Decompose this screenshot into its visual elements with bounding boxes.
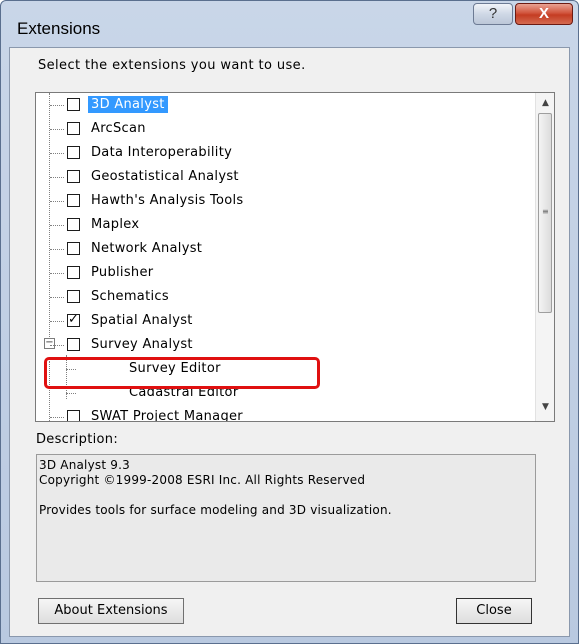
extension-row[interactable]: Maplex <box>36 213 536 237</box>
description-line <box>39 488 533 503</box>
extension-row[interactable]: SWAT Project Manager <box>36 405 536 421</box>
extension-checkbox[interactable] <box>67 98 80 111</box>
extension-checkbox[interactable] <box>67 290 80 303</box>
extension-label[interactable]: Data Interoperability <box>88 144 235 161</box>
tree-connector <box>50 417 64 418</box>
extension-row[interactable]: Geostatistical Analyst <box>36 165 536 189</box>
description-line: 3D Analyst 9.3 <box>39 458 130 472</box>
extension-checkbox[interactable] <box>67 194 80 207</box>
extension-label[interactable]: Maplex <box>88 216 142 233</box>
scroll-thumb[interactable]: ≡ <box>538 113 552 313</box>
extension-label[interactable]: Publisher <box>88 264 156 281</box>
extensions-list[interactable]: 3D Analyst ArcScan Data Interoperability Ge… <box>35 92 555 422</box>
description-label: Description: <box>36 432 119 447</box>
tree-connector <box>50 321 64 322</box>
tree-connector <box>50 297 64 298</box>
close-button[interactable]: Close <box>456 598 532 624</box>
extension-label[interactable]: ArcScan <box>88 120 149 137</box>
extension-checkbox[interactable] <box>67 122 80 135</box>
extension-row[interactable]: Publisher <box>36 261 536 285</box>
extension-checkbox[interactable] <box>67 146 80 159</box>
scroll-up-arrow-icon[interactable]: ▲ <box>539 95 552 111</box>
extension-label[interactable]: Spatial Analyst <box>88 312 196 329</box>
scroll-down-arrow-icon[interactable]: ▼ <box>539 399 552 415</box>
tree-connector <box>50 105 64 106</box>
extension-label[interactable]: Hawth's Analysis Tools <box>88 192 247 209</box>
instruction-text: Select the extensions you want to use. <box>38 58 306 73</box>
extension-row[interactable]: Data Interoperability <box>36 141 536 165</box>
extension-label[interactable]: Survey Analyst <box>88 336 196 353</box>
tree-connector <box>50 225 64 226</box>
spatial-analyst-annotation <box>44 357 320 389</box>
extension-row[interactable]: ArcScan <box>36 117 536 141</box>
extension-label[interactable]: Geostatistical Analyst <box>88 168 242 185</box>
window-close-button[interactable]: X <box>515 3 573 25</box>
extension-label[interactable]: Schematics <box>88 288 172 305</box>
extension-row[interactable]: Hawth's Analysis Tools <box>36 189 536 213</box>
collapse-icon[interactable]: − <box>44 338 55 349</box>
tree-connector <box>50 345 64 346</box>
grip-icon: ≡ <box>542 207 549 216</box>
description-line: Provides tools for surface modeling and … <box>39 503 392 517</box>
extension-checkbox[interactable] <box>67 338 80 351</box>
dialog-body: Select the extensions you want to use. 3… <box>9 47 570 637</box>
window-title: Extensions <box>17 19 101 38</box>
tree-connector <box>50 201 64 202</box>
extension-checkbox[interactable] <box>67 218 80 231</box>
tree-connector <box>50 177 64 178</box>
list-scrollbar[interactable]: ▲ ≡ ▼ <box>535 93 554 421</box>
extension-checkbox[interactable] <box>67 410 80 421</box>
extension-label[interactable]: Network Analyst <box>88 240 205 257</box>
tree-connector <box>66 393 76 394</box>
extension-label[interactable]: 3D Analyst <box>88 96 168 113</box>
extension-checkbox[interactable] <box>67 266 80 279</box>
tree-connector <box>50 153 64 154</box>
about-extensions-button[interactable]: About Extensions <box>38 598 184 624</box>
tree-connector <box>50 129 64 130</box>
extension-row[interactable]: Network Analyst <box>36 237 536 261</box>
tree-connector <box>50 249 64 250</box>
extensions-dialog: Extensions ? X Select the extensions you… <box>0 0 579 644</box>
tree-connector <box>50 273 64 274</box>
extension-label[interactable]: SWAT Project Manager <box>88 408 246 421</box>
extension-row[interactable]: − Survey Analyst <box>36 333 536 357</box>
extension-row[interactable]: Spatial Analyst <box>36 309 536 333</box>
description-line: Copyright ©1999-2008 ESRI Inc. All Right… <box>39 473 366 487</box>
extension-row[interactable]: 3D Analyst <box>36 93 536 117</box>
title-bar: Extensions ? X <box>1 1 578 43</box>
extension-checkbox[interactable] <box>67 170 80 183</box>
help-button[interactable]: ? <box>473 3 513 25</box>
description-box: 3D Analyst 9.3 Copyright ©1999-2008 ESRI … <box>36 454 536 582</box>
extension-row[interactable]: Schematics <box>36 285 536 309</box>
extension-checkbox[interactable] <box>67 242 80 255</box>
extension-checkbox[interactable] <box>67 312 80 327</box>
